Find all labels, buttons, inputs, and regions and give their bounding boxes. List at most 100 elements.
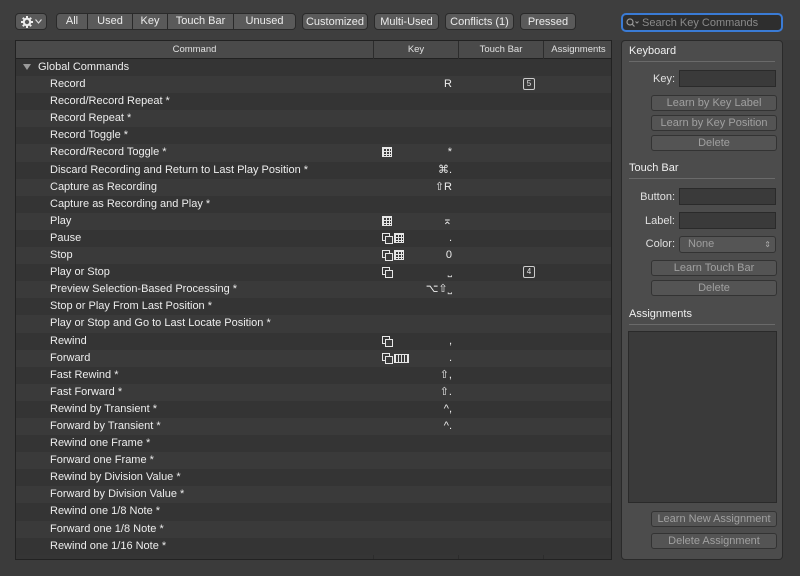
table-row[interactable]: Rewind by Transient * ^, (16, 400, 611, 418)
color-label: Color: (645, 238, 675, 250)
table-row[interactable]: Record Repeat * (16, 110, 611, 128)
grid-icon (382, 147, 392, 158)
touch-bar-label-field[interactable] (679, 212, 776, 229)
conflicts-button[interactable]: Conflicts (1) (445, 13, 514, 30)
multi-used-button[interactable]: Multi-Used (374, 13, 439, 30)
key-shortcut: , (448, 334, 452, 347)
table-row[interactable]: Forward one 1/8 Note * (16, 520, 611, 538)
group-row[interactable]: Global Commands (16, 59, 611, 77)
divider (629, 324, 775, 325)
table-row[interactable]: Record Toggle * (16, 127, 611, 145)
table-row[interactable]: Forward by Division Value * (16, 486, 611, 504)
command-name: Rewind (50, 334, 87, 347)
column-header-assignments[interactable]: Assignments (544, 41, 611, 58)
column-header-command[interactable]: Command (16, 41, 374, 58)
table-row[interactable]: Rewind one 1/8 Note * (16, 503, 611, 521)
delete-assignment-button[interactable]: Delete Assignment (651, 533, 777, 549)
command-name: Rewind one 1/8 Note * (50, 505, 161, 518)
command-name: Forward by Transient * (50, 419, 161, 432)
key-shortcut: . (448, 351, 452, 364)
learn-touch-bar-button[interactable]: Learn Touch Bar (651, 260, 777, 276)
filter-all-button[interactable]: All (57, 14, 88, 29)
action-menu-button[interactable] (15, 13, 47, 30)
table-row[interactable]: Discard Recording and Return to Last Pla… (16, 161, 611, 179)
learn-by-key-label-button[interactable]: Learn by Key Label (651, 95, 777, 111)
table-row[interactable]: Forward. (16, 349, 611, 367)
table-row[interactable]: Record R 5 (16, 76, 611, 94)
key-context-icons (382, 267, 393, 279)
table-body: Global Commands Record R 5 Record/Record Rep… (16, 59, 611, 555)
command-name: Record/Record Repeat * (50, 95, 170, 108)
command-name: Rewind by Transient * (50, 402, 157, 415)
command-name: Fast Forward * (50, 385, 123, 398)
label-label: Label: (645, 215, 675, 227)
search-input[interactable] (640, 16, 772, 29)
table-row[interactable]: Play ⌅ (16, 212, 611, 230)
key-context-icons (382, 352, 409, 364)
stepper-arrows-icon: ⇕ (764, 240, 771, 249)
command-name: Forward one 1/8 Note * (50, 522, 164, 535)
filter-used-button[interactable]: Used (88, 14, 133, 29)
command-name: Forward (50, 351, 91, 364)
filter-touch-bar-button[interactable]: Touch Bar (168, 14, 234, 29)
command-name: Record/Record Toggle * (50, 146, 167, 159)
table-row[interactable]: Forward one Frame * (16, 452, 611, 470)
table-row[interactable]: Fast Rewind * ⇧, (16, 366, 611, 384)
table-row[interactable]: Rewind one Frame * (16, 435, 611, 453)
search-field[interactable] (621, 13, 783, 32)
touch-bar-button-field[interactable] (679, 188, 776, 205)
table-row[interactable]: Play or Stop ˽ 4 (16, 264, 611, 282)
table-row[interactable]: Rewind, (16, 332, 611, 350)
command-name: Preview Selection-Based Processing * (50, 283, 238, 296)
learn-new-assignment-button[interactable]: Learn New Assignment (651, 511, 777, 527)
color-select-value: None (688, 238, 715, 250)
keyboard-icon (394, 353, 409, 363)
table-row[interactable]: Capture as Recording ⇧R (16, 178, 611, 196)
command-name: Fast Rewind * (50, 368, 119, 381)
key-shortcut: ⇧, (439, 368, 452, 381)
keyboard-delete-button[interactable]: Delete (651, 135, 777, 151)
command-name: Stop (50, 249, 73, 262)
key-label: Key: (652, 73, 675, 85)
command-name: Rewind one Frame * (50, 437, 151, 450)
grid-icon (394, 250, 404, 261)
key-shortcut: . (448, 231, 452, 244)
table-row[interactable]: Forward by Transient * ^. (16, 417, 611, 436)
table-row[interactable]: Preview Selection-Based Processing * ⌥⇧˽ (16, 281, 611, 299)
customized-button[interactable]: Customized (302, 13, 368, 30)
key-context-icons (382, 335, 393, 347)
key-shortcut: ⌅ (442, 214, 452, 227)
table-row[interactable]: Fast Forward * ⇧. (16, 383, 611, 401)
table-row[interactable]: Record/Record Toggle * * (16, 144, 611, 162)
key-field[interactable] (679, 70, 776, 87)
key-context-icons (382, 250, 404, 262)
window-icon (382, 232, 393, 244)
table-row[interactable]: Record/Record Repeat * (16, 93, 611, 111)
touch-bar-delete-button[interactable]: Delete (651, 280, 777, 296)
filter-unused-button[interactable]: Unused (234, 14, 295, 29)
filter-key-button[interactable]: Key (133, 14, 168, 29)
grid-icon (394, 232, 404, 243)
disclosure-triangle-icon[interactable] (23, 64, 31, 70)
key-shortcut: * (447, 146, 452, 159)
learn-by-key-position-button[interactable]: Learn by Key Position (651, 115, 777, 131)
table-row[interactable]: Play or Stop and Go to Last Locate Posit… (16, 315, 611, 333)
key-context-icons (382, 232, 404, 244)
table-row[interactable]: Pause. (16, 229, 611, 248)
key-shortcut: 0 (445, 249, 452, 262)
table-row[interactable]: Capture as Recording and Play * (16, 195, 611, 213)
color-select[interactable]: None ⇕ (679, 236, 776, 253)
command-name: Record Toggle * (50, 129, 129, 142)
command-name: Forward one Frame * (50, 454, 154, 467)
table-row[interactable]: Stop or Play From Last Position * (16, 298, 611, 316)
assignments-list[interactable] (628, 331, 777, 503)
table-row[interactable]: Stop 0 (16, 247, 611, 265)
assignments-section-title: Assignments (629, 308, 692, 320)
pressed-button[interactable]: Pressed (520, 13, 576, 30)
key-commands-table[interactable]: Command Key Touch Bar Assignments Global… (15, 40, 612, 560)
column-header-touch-bar[interactable]: Touch Bar (459, 41, 544, 58)
touch-bar-number-badge: 5 (523, 78, 535, 91)
table-row[interactable]: Rewind one 1/16 Note * (16, 537, 611, 555)
table-row[interactable]: Rewind by Division Value * (16, 469, 611, 487)
column-header-key[interactable]: Key (374, 41, 459, 58)
